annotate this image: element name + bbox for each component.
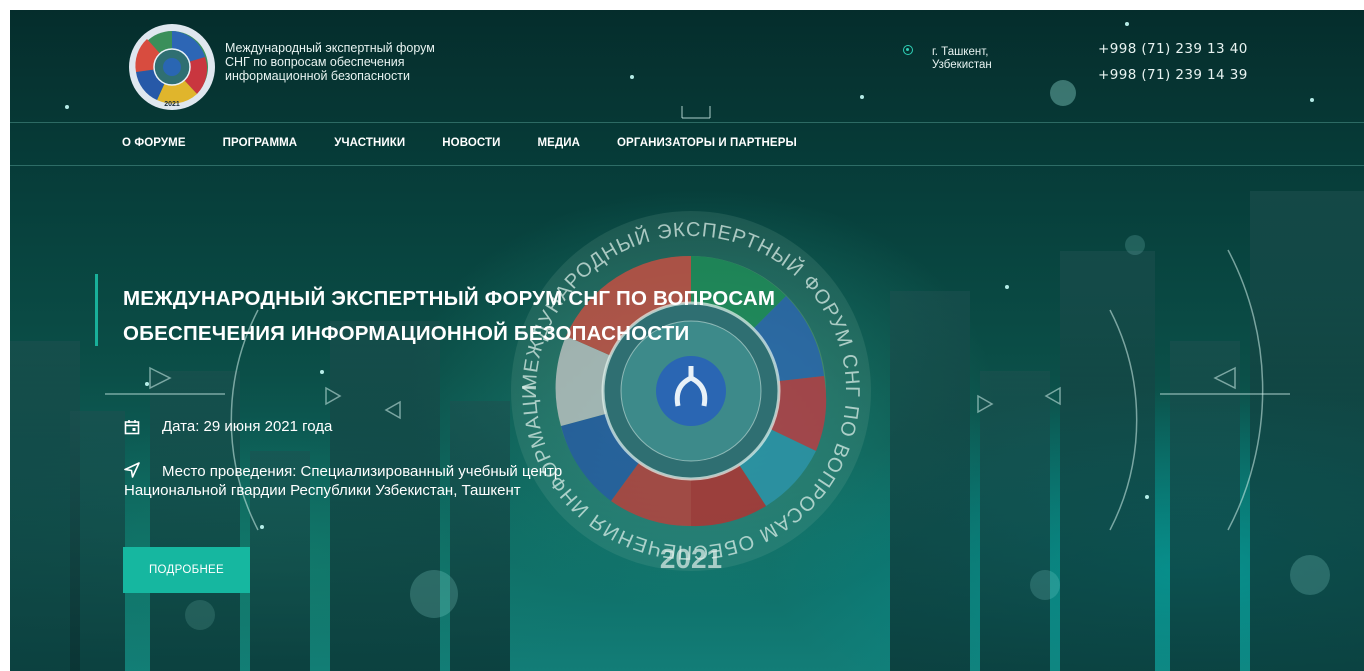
main-nav: О ФОРУМЕ ПРОГРАММА УЧАСТНИКИ НОВОСТИ МЕД… [122,137,834,149]
nav-item-about[interactable]: О ФОРУМЕ [122,137,186,149]
nav-item-media[interactable]: МЕДИА [538,137,581,149]
nav-item-news[interactable]: НОВОСТИ [442,137,500,149]
more-button[interactable]: ПОДРОБНЕЕ [123,547,250,593]
title-accent-bar [95,274,98,346]
location-dot-icon [903,45,913,55]
brand-line: СНГ по вопросам обеспечения [225,55,405,69]
header-divider [10,122,1364,123]
logo-year: 2021 [164,101,180,108]
phone-link-1[interactable]: +998 (71) 239 13 40 [1098,41,1248,57]
event-place: Место проведения: Специализированный уче… [124,462,644,500]
calendar-icon [124,419,140,434]
event-place-line: Место проведения: Специализированный уче… [162,463,563,480]
hero-section: МЕЖДУНАРОДНЫЙ ЭКСПЕРТНЫЙ ФОРУМ СНГ ПО ВО… [10,10,1364,671]
forum-logo[interactable]: 2021 [127,22,217,112]
location-line: г. Ташкент, [932,46,989,58]
nav-item-organizers[interactable]: ОРГАНИЗАТОРЫ И ПАРТНЕРЫ [617,137,797,149]
brand-line: Международный экспертный форум [225,41,435,55]
event-date-text: Дата: 29 июня 2021 года [162,418,333,435]
forum-emblem: МЕЖДУНАРОДНЫЙ ЭКСПЕРТНЫЙ ФОРУМ СНГ ПО ВО… [506,206,871,574]
event-date: Дата: 29 июня 2021 года [124,417,332,436]
nav-item-program[interactable]: ПРОГРАММА [223,137,298,149]
nav-divider [10,165,1364,166]
nav-item-participants[interactable]: УЧАСТНИКИ [334,137,405,149]
brand-title: Международный экспертный форум СНГ по во… [225,41,485,83]
navigation-arrow-icon [124,462,140,478]
location-line: Узбекистан [932,59,992,71]
hero-title: МЕЖДУНАРОДНЫЙ ЭКСПЕРТНЫЙ ФОРУМ СНГ ПО ВО… [123,281,843,351]
hero-title-line: ОБЕСПЕЧЕНИЯ ИНФОРМАЦИОННОЙ БЕЗОПАСНОСТИ [123,322,690,345]
event-place-line: Национальной гвардии Республики Узбекист… [124,482,521,499]
location-text: г. Ташкент, Узбекистан [932,46,1042,72]
emblem-year: 2021 [660,543,722,574]
brand-line: информационной безопасности [225,69,410,83]
phone-link-2[interactable]: +998 (71) 239 14 39 [1098,67,1248,83]
hero-title-line: МЕЖДУНАРОДНЫЙ ЭКСПЕРТНЫЙ ФОРУМ СНГ ПО ВО… [123,287,776,310]
